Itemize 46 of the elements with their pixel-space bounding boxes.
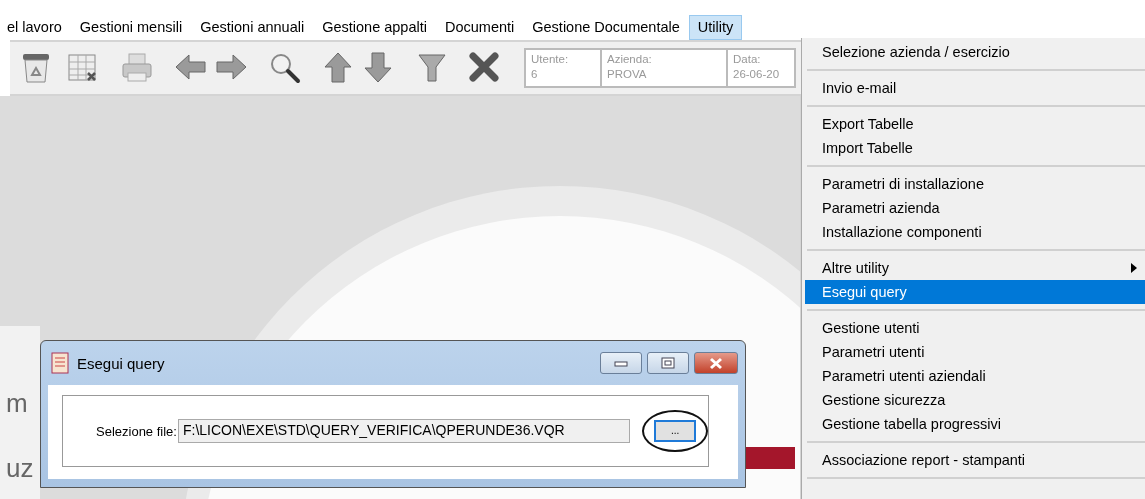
info-value: 6 — [531, 67, 539, 82]
menu-item[interactable]: Parametri utenti — [805, 340, 1145, 364]
dialog-title: Esegui query — [77, 354, 166, 372]
menu-item[interactable]: Parametri utenti aziendali — [805, 364, 1145, 388]
close-button[interactable] — [694, 352, 738, 374]
menu-item[interactable]: Selezione azienda / esercizio — [805, 40, 1145, 64]
close-icon — [468, 51, 502, 85]
menu-item[interactable]: Gestione utenti — [805, 316, 1145, 340]
menu-item[interactable]: Gestioni mensili — [70, 15, 192, 40]
close-button[interactable] — [468, 51, 502, 85]
menu-item[interactable]: Installazione componenti — [805, 220, 1145, 244]
info-value: PROVA — [607, 67, 648, 82]
info-label: Utente: — [531, 52, 570, 67]
menu-item[interactable]: Associazione report - stampanti — [805, 448, 1145, 472]
document-icon — [51, 352, 69, 374]
menu-item[interactable]: Documenti — [435, 15, 524, 40]
menu-item[interactable]: Gestione appalti — [313, 15, 436, 40]
menu-item[interactable]: Invio e-mail — [805, 76, 1145, 100]
menu-item[interactable]: Utility — [688, 15, 743, 40]
menu-item[interactable]: Import Tabelle — [805, 136, 1145, 160]
info-label: Azienda: — [607, 52, 653, 67]
search-icon — [268, 51, 302, 85]
browse-button[interactable]: ... — [654, 420, 697, 442]
menu-item[interactable]: Gestione tabella progressivi — [805, 412, 1145, 436]
menu-item[interactable]: Gestione sicurezza — [805, 388, 1145, 412]
menu-item[interactable]: Altre utility — [805, 256, 1145, 280]
close-icon — [709, 356, 723, 370]
info-value: 26-06-20 — [733, 67, 781, 82]
menu-item[interactable]: Gestione Documentale — [523, 15, 689, 40]
file-path-field[interactable]: F:\LICON\EXE\STD\QUERY_VERIFICA\QPERUNDE36.VQR — [177, 419, 631, 443]
background-text: m — [6, 388, 28, 418]
field-label: Selezione file: — [96, 423, 177, 439]
menu-item[interactable]: Esegui query — [805, 280, 1145, 304]
search-button[interactable] — [268, 51, 302, 85]
minimize-icon — [614, 359, 628, 367]
background-text: uz — [6, 453, 34, 483]
menu-item[interactable]: Parametri di installazione — [805, 172, 1145, 196]
menu-item[interactable]: Gestioni annuali — [191, 15, 314, 40]
menu-item[interactable]: Export Tabelle — [805, 112, 1145, 136]
maximize-button[interactable] — [647, 352, 689, 374]
minimize-button[interactable] — [600, 352, 642, 374]
info-label: Data: — [733, 52, 762, 67]
maximize-icon — [661, 357, 675, 369]
menu-item[interactable]: Parametri azienda — [805, 196, 1145, 220]
menu-item[interactable]: el lavoro — [6, 15, 71, 40]
printer-icon — [120, 51, 154, 85]
